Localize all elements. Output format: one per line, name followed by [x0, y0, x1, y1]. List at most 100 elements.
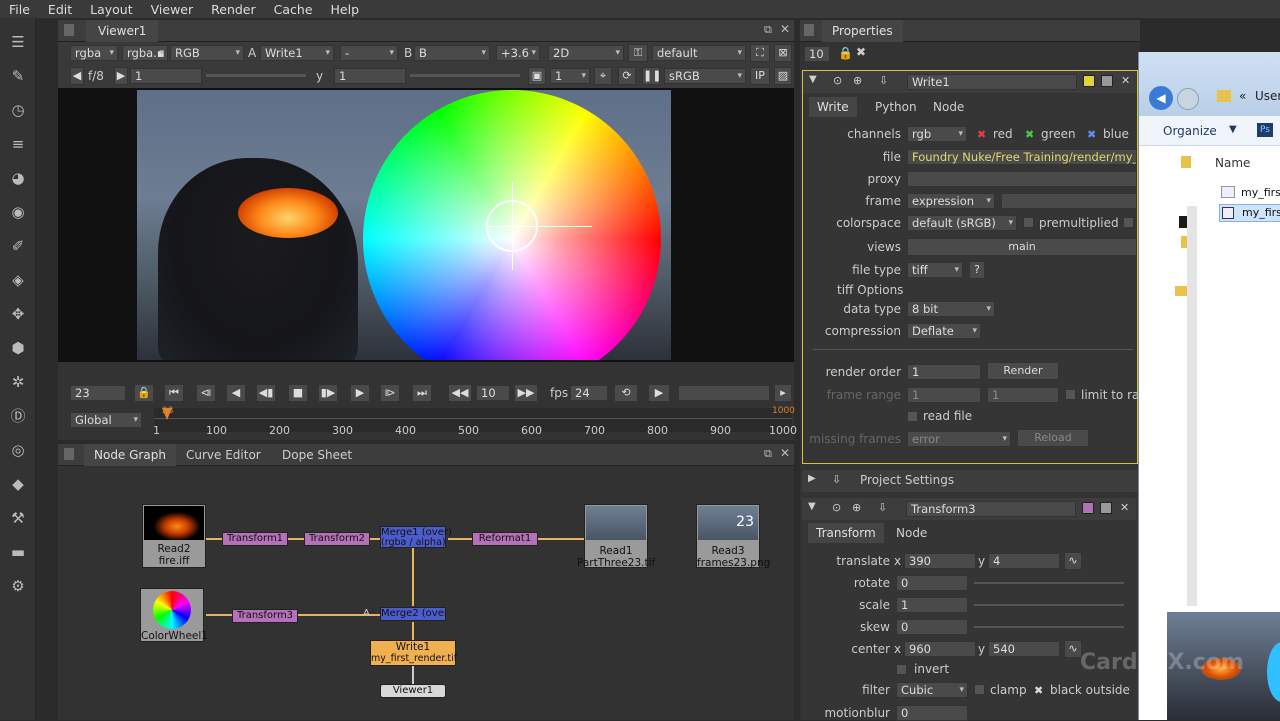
center-y-field[interactable]: 540: [988, 641, 1060, 657]
crosshair-icon[interactable]: ⌖: [594, 67, 612, 85]
translate-x-field[interactable]: 390: [904, 553, 976, 569]
next-keyframe-icon[interactable]: ⧐: [380, 384, 400, 402]
merge-icon[interactable]: ◈: [8, 270, 28, 290]
readfile-checkbox[interactable]: [907, 411, 918, 422]
motionblur-field[interactable]: 0: [896, 705, 968, 721]
menu-viewer[interactable]: Viewer: [142, 2, 203, 17]
color-swatch[interactable]: [1083, 75, 1095, 87]
float-icon[interactable]: ⧉: [764, 23, 772, 37]
datatype-select[interactable]: 8 bit: [907, 301, 995, 317]
merge2-node[interactable]: Merge2 (over): [380, 607, 446, 621]
reformat1-node[interactable]: Reformat1: [472, 532, 538, 546]
clamp-checkbox[interactable]: [974, 684, 985, 695]
close-icon[interactable]: ✕: [1121, 74, 1130, 87]
viewer1-node[interactable]: Viewer1: [380, 684, 446, 698]
proxy-field[interactable]: [907, 171, 1137, 187]
color-swatch[interactable]: [1082, 502, 1094, 514]
limit-checkbox[interactable]: [1065, 389, 1076, 400]
hatch-icon[interactable]: ▨: [774, 67, 792, 85]
transform3-node[interactable]: Transform3: [232, 609, 298, 623]
grip-icon[interactable]: [64, 24, 74, 36]
step-field[interactable]: 10: [476, 385, 510, 401]
close-icon[interactable]: ✕: [1120, 501, 1129, 514]
play-icon[interactable]: ▮▶: [318, 384, 338, 402]
input-icon[interactable]: ⇩: [832, 473, 841, 486]
step-back-icon[interactable]: ◀: [226, 384, 246, 402]
rotate-slider[interactable]: [974, 582, 1124, 584]
expand-icon[interactable]: ▶: [808, 473, 816, 484]
pause-icon[interactable]: ❚❚: [642, 67, 661, 85]
overlay-icon[interactable]: ⊠: [774, 44, 792, 62]
colorspace-select[interactable]: RGB: [170, 45, 244, 61]
filter-select[interactable]: Cubic: [896, 682, 968, 698]
lock-icon[interactable]: 🔒: [134, 384, 154, 402]
lock-icon[interactable]: 🔒: [838, 46, 853, 60]
frame-field[interactable]: 23: [70, 385, 126, 401]
curve-icon[interactable]: ∿: [1064, 552, 1082, 570]
menu-cache[interactable]: Cache: [265, 2, 322, 17]
breadcrumb-users[interactable]: User: [1255, 89, 1280, 103]
grip-icon[interactable]: [804, 24, 814, 36]
fps-field[interactable]: 24: [570, 385, 608, 401]
tab-node[interactable]: Node: [888, 523, 935, 543]
channels-icon[interactable]: ≡: [8, 134, 28, 154]
expand-icon[interactable]: ☰: [8, 32, 28, 52]
node-icon[interactable]: ⊙: [833, 74, 842, 87]
gain-field[interactable]: 1: [130, 68, 202, 84]
project-settings-header[interactable]: ▶ ⇩ Project Settings: [802, 470, 1138, 492]
clear-icon[interactable]: ✖: [856, 45, 866, 59]
close-icon[interactable]: ✕: [780, 446, 790, 460]
stop-icon[interactable]: ■: [288, 384, 308, 402]
extra-checkbox[interactable]: [1123, 217, 1134, 228]
other-icon[interactable]: ⚒: [8, 508, 28, 528]
scale-slider[interactable]: [974, 604, 1124, 606]
read2-node[interactable]: Read2 fire.iff: [142, 504, 206, 568]
lut-select[interactable]: default: [652, 45, 746, 61]
deep-icon[interactable]: Ⓓ: [8, 406, 28, 426]
name-column-header[interactable]: Name: [1215, 156, 1250, 170]
gain-slider[interactable]: [206, 74, 306, 77]
revert-icon[interactable]: [1101, 75, 1113, 87]
green-check-icon[interactable]: ✖: [1025, 129, 1034, 140]
nav-scrollbar[interactable]: [1187, 206, 1197, 606]
transform3-name-field[interactable]: Transform3: [906, 501, 1076, 517]
center-x-field[interactable]: 960: [904, 641, 976, 657]
skew-slider[interactable]: [974, 626, 1124, 628]
input-icon[interactable]: ⇩: [879, 74, 888, 87]
max-panels-field[interactable]: 10: [804, 46, 830, 62]
display-select[interactable]: sRGB: [664, 68, 746, 84]
center-node-icon[interactable]: ⊕: [853, 74, 862, 87]
gizmo-icon[interactable]: ⚙: [8, 576, 28, 596]
furnace-icon[interactable]: ▬: [8, 542, 28, 562]
gamma-slider[interactable]: [410, 74, 520, 77]
nodegraph-canvas[interactable]: Read2 fire.iff Transform1 Transform2 Mer…: [58, 466, 794, 720]
transform1-node[interactable]: Transform1: [222, 532, 288, 546]
filter-icon[interactable]: ◉: [8, 202, 28, 222]
fullscreen-icon[interactable]: ⛶: [750, 44, 770, 62]
rotate-field[interactable]: 0: [896, 575, 968, 591]
color-icon[interactable]: ◕: [8, 168, 28, 188]
tab-curve-editor[interactable]: Curve Editor: [176, 444, 271, 466]
flipbook-icon[interactable]: ▶: [648, 384, 670, 402]
transform2-node[interactable]: Transform2: [304, 532, 370, 546]
b-input-select[interactable]: B: [414, 45, 490, 61]
first-frame-icon[interactable]: ⏮: [164, 384, 184, 402]
menu-edit[interactable]: Edit: [39, 2, 81, 17]
read3-node[interactable]: 23 Read3 frames23.png: [696, 504, 770, 569]
write1-name-field[interactable]: Write1: [907, 74, 1077, 90]
write1-node[interactable]: Write1 my_first_render.tif: [370, 640, 457, 666]
viewer-canvas[interactable]: [58, 88, 794, 388]
step-forward-icon[interactable]: ▶: [350, 384, 370, 402]
node-icon[interactable]: ⊙: [832, 501, 841, 514]
3d-icon[interactable]: ⬢: [8, 338, 28, 358]
black-outside-check-icon[interactable]: ✖: [1034, 685, 1043, 696]
transform-icon[interactable]: ✥: [8, 304, 28, 324]
viewer-mode-select[interactable]: 2D: [548, 45, 624, 61]
channels-select[interactable]: rgb: [907, 126, 967, 142]
skew-field[interactable]: 0: [896, 619, 968, 635]
scale-field[interactable]: 1: [896, 597, 968, 613]
loop-icon[interactable]: ⟲: [614, 384, 638, 402]
organize-button[interactable]: Organize: [1163, 124, 1217, 138]
proxy-select[interactable]: 1: [550, 68, 590, 84]
tab-dope-sheet[interactable]: Dope Sheet: [272, 444, 362, 466]
